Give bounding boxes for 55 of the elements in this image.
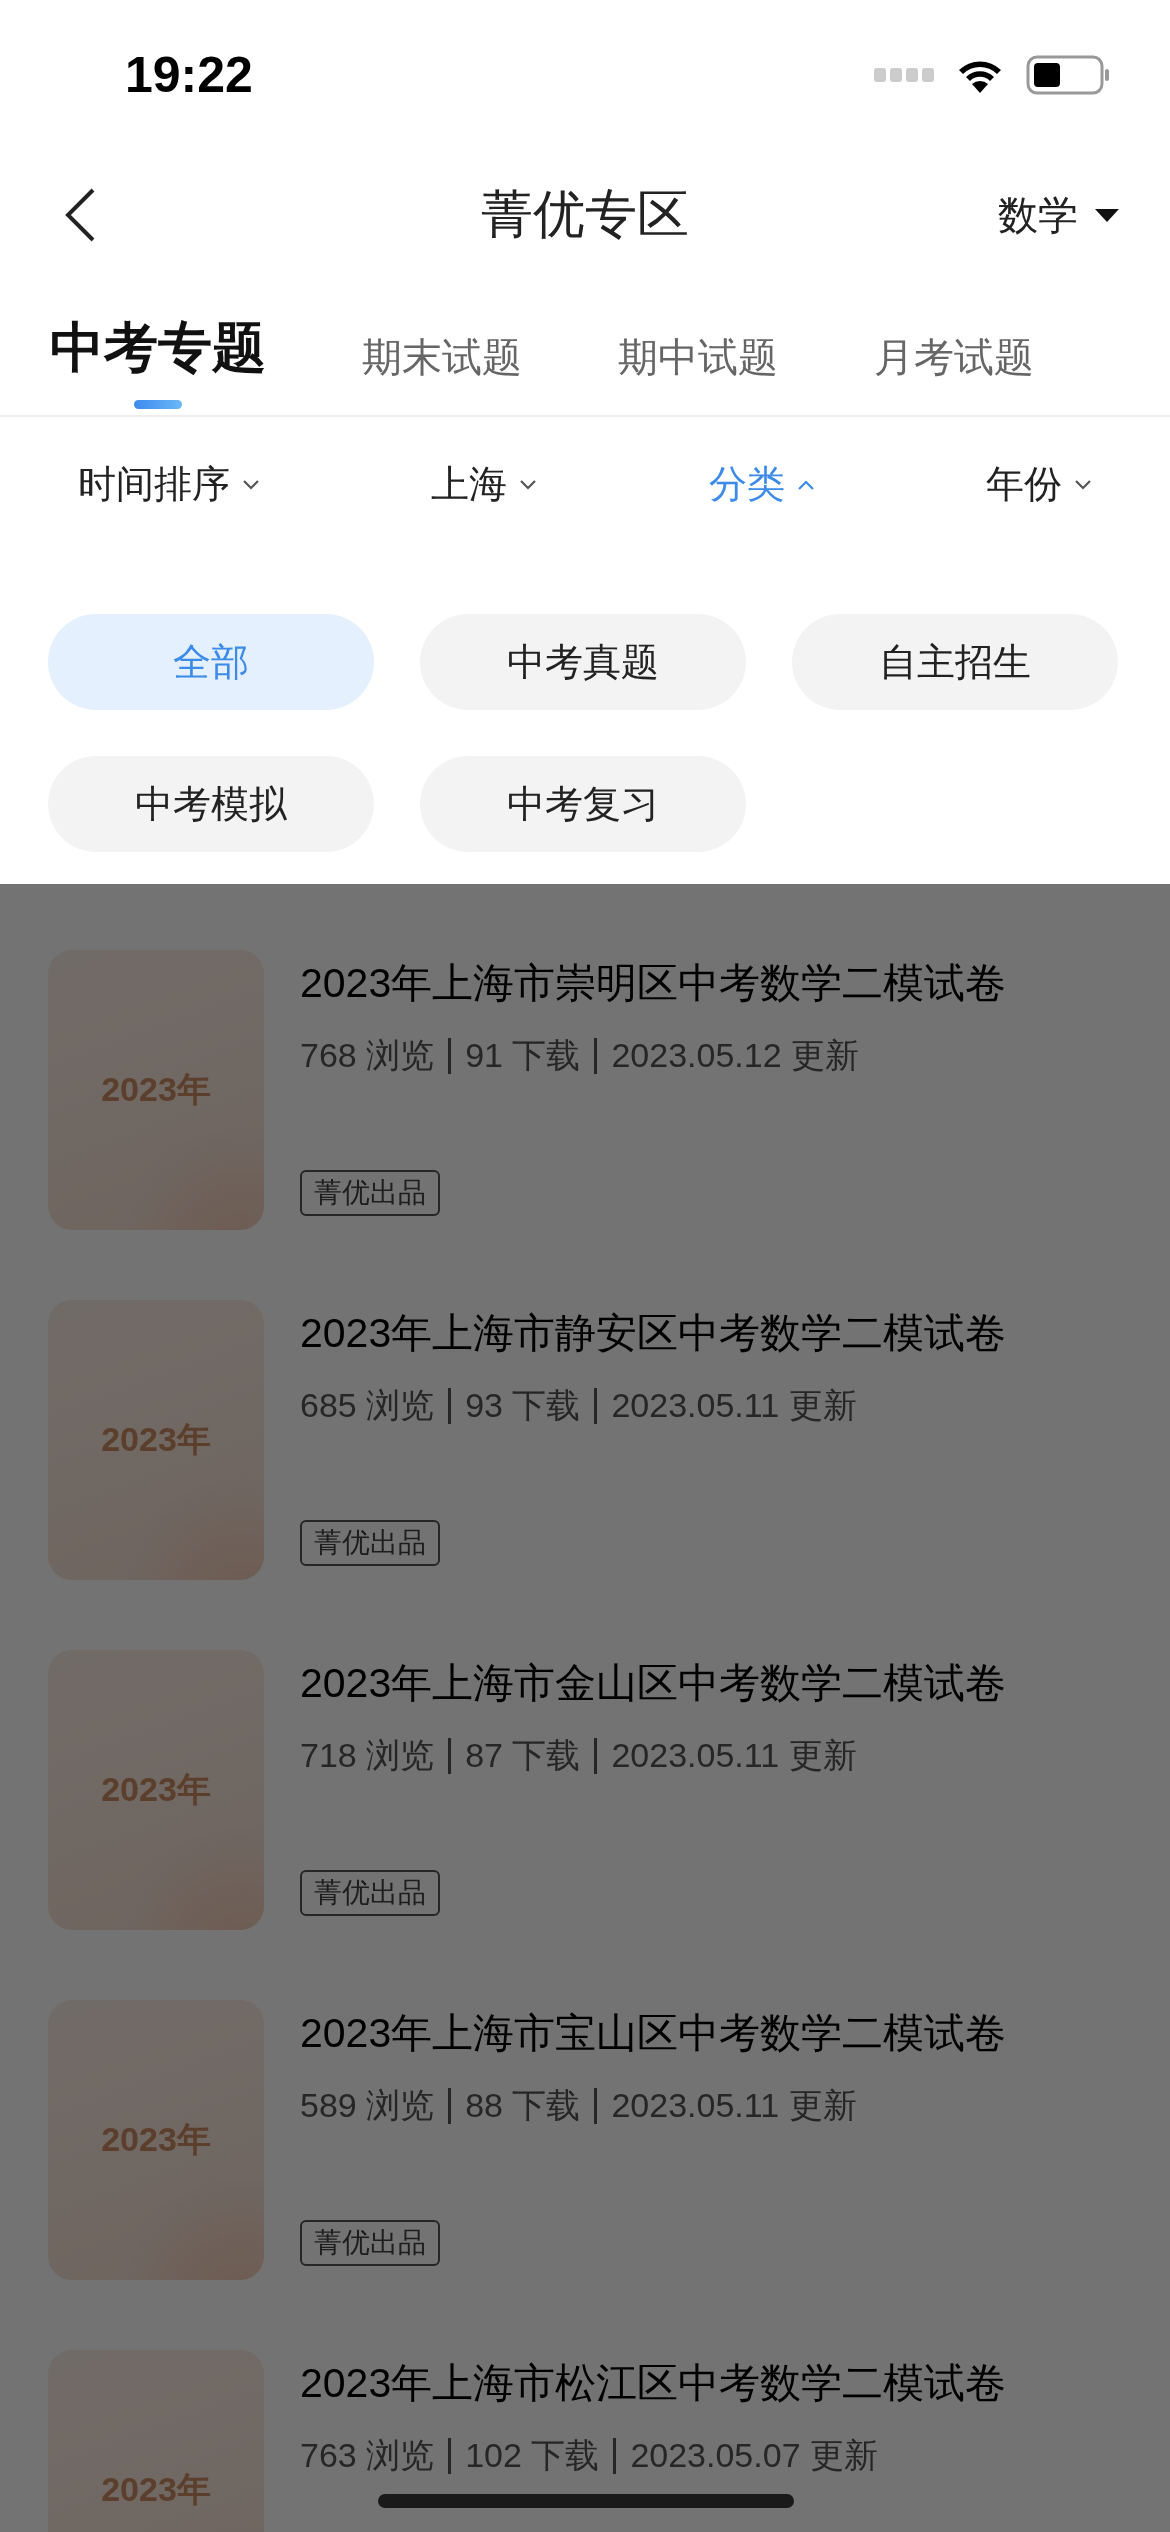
cover-year: 2023年 [101, 1769, 211, 1810]
category-tab[interactable]: 期末试题 [362, 330, 522, 415]
category-chip[interactable]: 中考真题 [420, 614, 746, 710]
update-date: 2023.05.11 更新 [611, 1385, 857, 1426]
category-chip[interactable]: 全部 [48, 614, 374, 710]
filter-dropdown[interactable]: 年份 [986, 459, 1092, 510]
paper-title[interactable]: 2023年上海市崇明区中考数学二模试卷 [300, 956, 1007, 1011]
status-time: 19:22 [125, 46, 253, 104]
category-tab[interactable]: 月考试题 [874, 330, 1034, 415]
chevron-icon [1074, 478, 1092, 491]
update-date: 2023.05.07 更新 [630, 2435, 878, 2476]
chevron-icon [242, 478, 260, 491]
signal-icon [874, 68, 934, 82]
battery-icon [1026, 55, 1110, 95]
view-count: 763 浏览 [300, 2435, 435, 2476]
source-tag: 菁优出品 [300, 1170, 440, 1216]
download-count: 88 下载 [465, 2085, 581, 2126]
cover-year: 2023年 [101, 2469, 211, 2510]
download-count: 102 下载 [465, 2435, 600, 2476]
paper-title[interactable]: 2023年上海市静安区中考数学二模试卷 [300, 1306, 1007, 1361]
filter-dropdown[interactable]: 时间排序 [78, 459, 260, 510]
paper-title[interactable]: 2023年上海市金山区中考数学二模试卷 [300, 1656, 1007, 1711]
back-icon [63, 187, 97, 243]
category-tab[interactable]: 中考专题 [50, 312, 266, 415]
update-date: 2023.05.12 更新 [611, 1035, 860, 1076]
caret-icon [1094, 207, 1120, 223]
view-count: 768 浏览 [300, 1035, 435, 1076]
subject-dropdown[interactable]: 数学 [998, 187, 1120, 243]
category-chip[interactable]: 中考模拟 [48, 756, 374, 852]
source-tag: 菁优出品 [300, 1520, 440, 1566]
tab-indicator [134, 400, 182, 409]
source-tag: 菁优出品 [300, 2220, 440, 2266]
download-count: 93 下载 [465, 1385, 581, 1426]
view-count: 589 浏览 [300, 2085, 435, 2126]
download-count: 91 下载 [465, 1035, 581, 1076]
cover-year: 2023年 [101, 2119, 211, 2160]
cover-year: 2023年 [101, 1419, 211, 1460]
paper-title[interactable]: 2023年上海市松江区中考数学二模试卷 [300, 2356, 1007, 2411]
chevron-icon [519, 478, 538, 491]
view-count: 685 浏览 [300, 1385, 435, 1426]
download-count: 87 下载 [465, 1735, 581, 1776]
chevron-icon [796, 478, 815, 491]
source-tag: 菁优出品 [300, 1870, 440, 1916]
filter-dropdown[interactable]: 分类 [708, 459, 815, 510]
update-date: 2023.05.11 更新 [611, 1735, 857, 1776]
update-date: 2023.05.11 更新 [611, 2085, 857, 2126]
category-chip[interactable]: 中考复习 [420, 756, 746, 852]
category-chip[interactable]: 自主招生 [792, 614, 1118, 710]
category-tab[interactable]: 期中试题 [618, 330, 778, 415]
view-count: 718 浏览 [300, 1735, 435, 1776]
filter-dropdown[interactable]: 上海 [431, 459, 538, 510]
dim-overlay[interactable] [0, 884, 1170, 2532]
paper-title[interactable]: 2023年上海市宝山区中考数学二模试卷 [300, 2006, 1007, 2061]
page-title: 菁优专区 [481, 184, 689, 245]
cover-year: 2023年 [101, 1069, 211, 1110]
